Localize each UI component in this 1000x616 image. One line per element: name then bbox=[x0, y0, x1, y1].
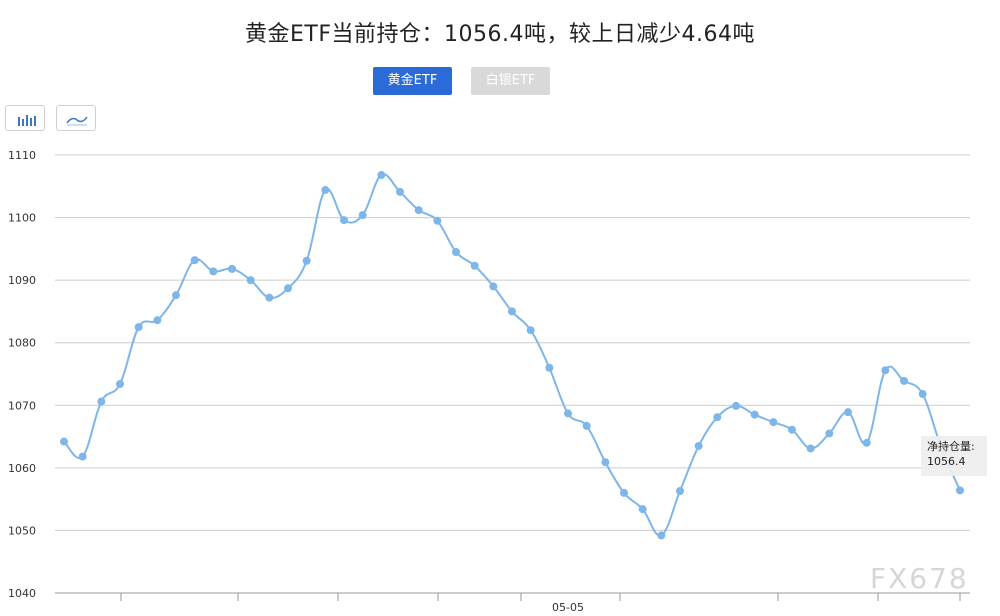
x-tick-label: 05-05 bbox=[552, 601, 584, 614]
data-point bbox=[806, 444, 815, 453]
data-point bbox=[750, 410, 759, 419]
y-tick-label: 1110 bbox=[8, 149, 36, 162]
data-point bbox=[825, 429, 834, 438]
data-point bbox=[60, 437, 68, 446]
data-point bbox=[676, 487, 684, 496]
data-point bbox=[302, 256, 311, 265]
data-point bbox=[396, 187, 404, 196]
data-point bbox=[172, 291, 180, 300]
data-point bbox=[433, 216, 442, 225]
data-point bbox=[190, 256, 199, 265]
data-point bbox=[209, 267, 218, 276]
data-point bbox=[358, 211, 367, 220]
etf-holdings-chart: 1040105010601070108010901100111005-0506-… bbox=[8, 149, 970, 614]
data-point bbox=[340, 216, 348, 225]
y-tick-label: 1070 bbox=[8, 399, 36, 412]
watermark-logo: FX678 bbox=[870, 562, 969, 595]
data-point bbox=[788, 425, 796, 434]
y-tick-label: 1060 bbox=[8, 462, 36, 475]
data-point bbox=[228, 264, 236, 273]
data-point bbox=[97, 397, 106, 406]
data-point bbox=[881, 366, 890, 375]
data-point bbox=[153, 316, 162, 325]
data-point bbox=[526, 326, 535, 335]
data-point bbox=[900, 376, 908, 385]
data-point bbox=[564, 409, 572, 418]
data-point bbox=[265, 293, 274, 302]
data-point bbox=[732, 401, 740, 410]
data-point bbox=[713, 413, 722, 422]
data-point bbox=[918, 390, 927, 399]
series-line bbox=[63, 173, 961, 537]
data-point bbox=[694, 441, 703, 450]
data-point bbox=[844, 408, 852, 417]
data-point bbox=[321, 186, 330, 195]
data-point bbox=[545, 363, 554, 372]
tooltip-value: 1056.4 bbox=[927, 455, 966, 468]
data-point bbox=[769, 418, 778, 427]
data-point bbox=[78, 452, 87, 461]
y-tick-label: 1090 bbox=[8, 274, 36, 287]
y-tick-label: 1040 bbox=[8, 587, 36, 600]
data-point bbox=[134, 323, 143, 332]
data-point bbox=[638, 505, 647, 514]
data-point bbox=[246, 276, 255, 285]
data-point bbox=[582, 421, 591, 430]
data-point bbox=[862, 438, 871, 447]
tooltip-label: 净持仓量: bbox=[927, 440, 975, 453]
data-point bbox=[601, 458, 610, 467]
y-tick-label: 1080 bbox=[8, 337, 36, 350]
data-point bbox=[489, 282, 498, 291]
data-point bbox=[116, 380, 124, 389]
data-point bbox=[414, 206, 423, 215]
y-tick-label: 1100 bbox=[8, 212, 36, 225]
data-point bbox=[508, 307, 516, 316]
data-point bbox=[657, 531, 666, 540]
y-tick-label: 1050 bbox=[8, 524, 36, 537]
data-point bbox=[470, 261, 479, 270]
data-point bbox=[377, 171, 386, 180]
data-point bbox=[956, 486, 964, 495]
data-point bbox=[452, 247, 460, 256]
hover-tooltip: 净持仓量: 1056.4 bbox=[921, 436, 987, 476]
data-point bbox=[620, 488, 628, 497]
data-point bbox=[284, 284, 292, 293]
